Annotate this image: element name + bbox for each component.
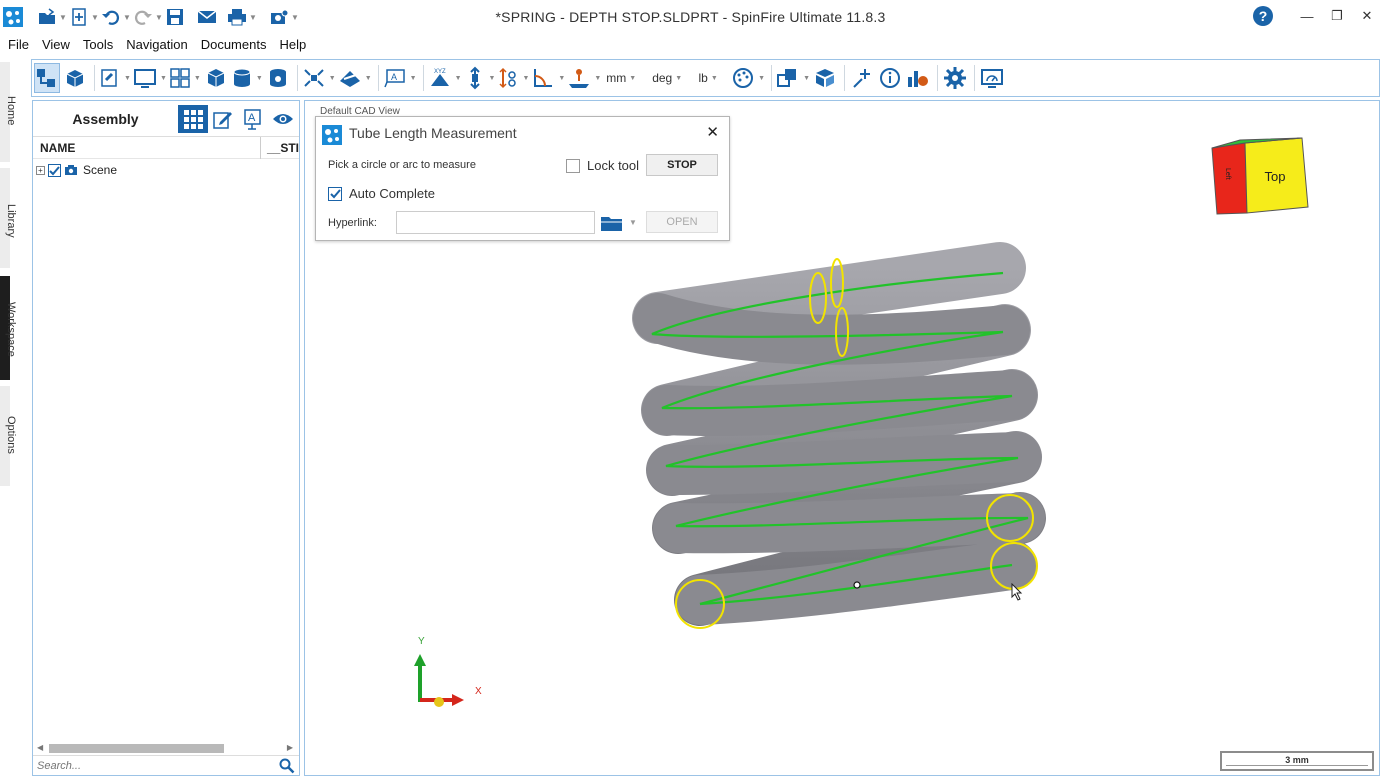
mouse-cursor-icon <box>1011 583 1023 601</box>
scale-line <box>1226 765 1368 766</box>
auto-complete-box[interactable] <box>328 186 342 201</box>
lock-tool-checkbox[interactable]: Lock tool <box>566 158 639 173</box>
dialog-hint: Pick a circle or arc to measure <box>328 159 476 171</box>
axis-x-label: X <box>475 686 482 697</box>
folder-icon[interactable] <box>600 213 624 233</box>
lock-tool-label: Lock tool <box>587 158 640 173</box>
view-cube-left-label: Left <box>1224 168 1231 180</box>
dialog-close-icon[interactable]: ✕ <box>706 123 719 141</box>
view-cube-top-label: Top <box>1265 169 1286 184</box>
open-button[interactable]: OPEN <box>646 211 718 233</box>
auto-complete-checkbox[interactable]: Auto Complete <box>328 186 435 201</box>
lock-checkbox-box[interactable] <box>566 158 580 173</box>
scale-bar: 3 mm <box>1220 751 1374 771</box>
pick-point-marker <box>853 581 861 589</box>
spring-coils[interactable] <box>632 242 1046 626</box>
axis-y-label: Y <box>418 636 425 647</box>
dialog-logo-icon <box>322 125 342 145</box>
chevron-down-icon[interactable]: ▼ <box>629 218 637 227</box>
hyperlink-label: Hyperlink: <box>328 217 377 229</box>
dialog-title: Tube Length Measurement <box>349 125 517 141</box>
tube-length-dialog: Tube Length Measurement ✕ Pick a circle … <box>315 116 730 241</box>
axis-triad <box>414 654 464 707</box>
stop-button[interactable]: STOP <box>646 154 718 176</box>
auto-complete-label: Auto Complete <box>349 186 435 201</box>
scale-label: 3 mm <box>1285 755 1309 765</box>
hyperlink-input[interactable] <box>396 211 595 234</box>
